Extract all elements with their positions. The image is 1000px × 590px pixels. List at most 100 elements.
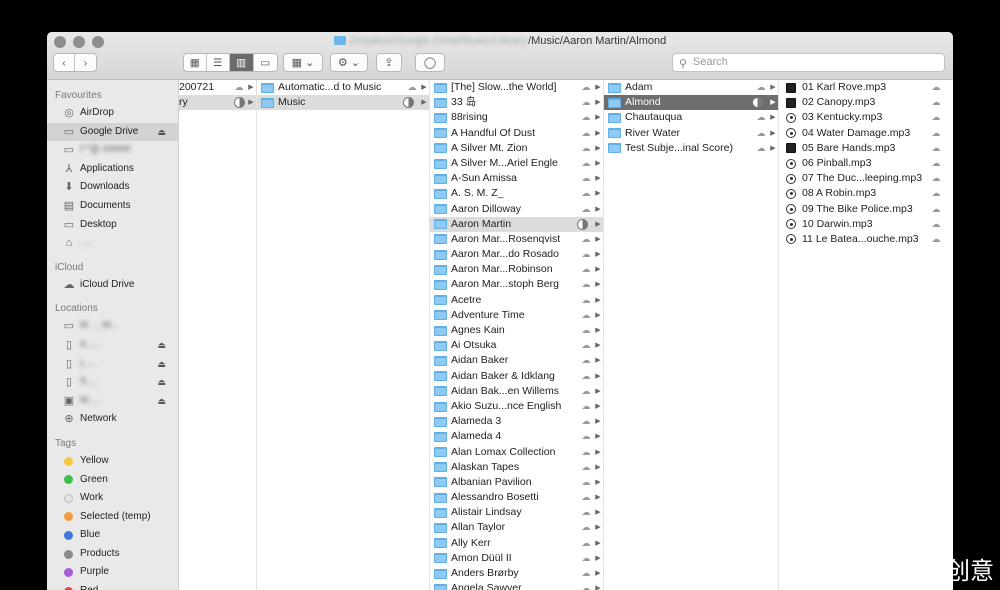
list-item[interactable]: Amon Düül II ☁ ▶ [430,551,603,566]
column-view-icon[interactable]: ▥ [230,54,254,71]
list-item[interactable]: 05 Bare Hands.mp3 ☁ [779,141,953,156]
list-item[interactable]: 200721 ☁ ▶ [179,80,256,95]
folder-icon [261,97,274,108]
list-item[interactable]: Adventure Time ☁ ▶ [430,308,603,323]
sidebar-item-tag[interactable]: Purple [47,563,178,582]
list-item[interactable]: Chautauqua ☁ ▶ [604,110,778,125]
list-item[interactable]: Almond ▶ [604,95,778,111]
sidebar-item-desktop[interactable]: ▭ Desktop [47,216,178,235]
list-item[interactable]: 06 Pinball.mp3 ☁ [779,156,953,171]
list-item[interactable]: Alistair Lindsay ☁ ▶ [430,505,603,520]
list-item[interactable]: Aaron Dilloway ☁ ▶ [430,202,603,217]
sidebar-item-downloads[interactable]: ⬇ Downloads [47,178,178,197]
sidebar-item-google-drive[interactable]: ▭ Google Drive ⏏ [47,122,178,142]
list-item[interactable]: 04 Water Damage.mp3 ☁ [779,126,953,141]
sidebar-item-tag[interactable]: Green [47,471,178,490]
eject-icon[interactable]: ⏏ [157,123,166,142]
sidebar-item-home[interactable]: ⌂…. [47,234,178,253]
list-item[interactable]: Akio Suzu...nce English ☁ ▶ [430,399,603,414]
sidebar-item-documents[interactable]: ▤ Documents [47,197,178,216]
cloud-icon: ☁ [581,400,591,411]
back-button[interactable]: ‹ [54,54,76,71]
list-item[interactable]: A Handful Of Dust ☁ ▶ [430,126,603,141]
list-item[interactable]: Music ▶ [257,95,429,111]
tag-dot-icon [64,531,73,541]
eject-icon[interactable]: ⏏ [157,373,166,392]
list-item[interactable]: Anders Brørby ☁ ▶ [430,566,603,581]
sidebar-item-tag[interactable]: Red [47,582,178,590]
sidebar-item-applications[interactable]: ⅄ Applications [47,160,178,179]
list-item[interactable]: A. S. M. Z_ ☁ ▶ [430,186,603,201]
list-item[interactable]: Test Subje...inal Score) ☁ ▶ [604,141,778,156]
list-item[interactable]: Aidan Bak...en Willems ☁ ▶ [430,384,603,399]
gallery-view-icon[interactable]: ▭ [254,54,277,71]
folder-icon [434,371,447,382]
list-item[interactable]: Alessandro Bosetti ☁ ▶ [430,490,603,505]
eject-icon[interactable]: ⏏ [157,336,166,355]
list-item[interactable]: Alameda 4 ☁ ▶ [430,429,603,444]
list-item[interactable]: Alan Lomax Collection ☁ ▶ [430,445,603,460]
list-item[interactable]: 03 Kentucky.mp3 ☁ [779,110,953,125]
list-item[interactable]: Acetre ☁ ▶ [430,293,603,308]
search-field[interactable]: ⚲ Search [672,53,945,72]
list-item[interactable]: 09 The Bike Police.mp3 ☁ [779,202,953,217]
list-item[interactable]: Aidan Baker ☁ ▶ [430,353,603,368]
list-item[interactable]: 88rising ☁ ▶ [430,110,603,125]
icon-view-icon[interactable]: ▦ [184,54,207,71]
list-item[interactable]: 01 Karl Rove.mp3 ☁ [779,80,953,95]
list-item[interactable]: ry ▶ [179,95,256,111]
list-item[interactable]: Ally Kerr ☁ ▶ [430,536,603,551]
chevron-right-icon: ▶ [595,220,601,228]
list-item[interactable]: Aaron Mar...Rosenqvist ☁ ▶ [430,232,603,247]
list-item[interactable]: Angela Sawyer ☁ ▶ [430,581,603,590]
list-item[interactable]: Alaskan Tapes ☁ ▶ [430,460,603,475]
group-button[interactable]: ▦ ⌄ [283,53,323,72]
list-item[interactable]: [The] Slow...the World] ☁ ▶ [430,80,603,95]
sidebar-item-disk-2[interactable]: ▯ L.... ⏏ [47,355,178,374]
sidebar-item-icloud-drive[interactable]: ☁ iCloud Drive [47,276,178,295]
tag-button[interactable]: ◯ [415,53,445,72]
list-item[interactable]: Albanian Pavilion ☁ ▶ [430,475,603,490]
sidebar-item-tag[interactable]: Yellow [47,452,178,471]
list-item[interactable]: Allan Taylor ☁ ▶ [430,520,603,535]
sidebar-item-disk-1[interactable]: ▯ #...... ⏏ [47,336,178,355]
cloud-icon: ☁ [581,203,591,214]
sidebar-item-tag[interactable]: Work [47,489,178,508]
list-item[interactable]: Ai Otsuka ☁ ▶ [430,338,603,353]
list-view-icon[interactable]: ☰ [207,54,231,71]
chevron-right-icon: ▶ [595,175,601,183]
list-item[interactable]: A Silver M...Ariel Engle ☁ ▶ [430,156,603,171]
list-item[interactable]: Agnes Kain ☁ ▶ [430,323,603,338]
list-item[interactable]: A Silver Mt. Zion ☁ ▶ [430,141,603,156]
sidebar-item-network[interactable]: ⊕ Network [47,410,178,429]
list-item[interactable]: 33 岛 ☁ ▶ [430,95,603,110]
list-item[interactable]: Aaron Mar...Robinson ☁ ▶ [430,262,603,277]
list-item[interactable]: River Water ☁ ▶ [604,126,778,141]
sidebar-item-folder[interactable]: ▭ I""@ ##### [47,141,178,160]
sidebar-item-tag[interactable]: Blue [47,526,178,545]
sidebar-item-computer[interactable]: ▭ M ... M... [47,317,178,336]
eject-icon[interactable]: ⏏ [157,392,166,411]
list-item[interactable]: 02 Canopy.mp3 ☁ [779,95,953,110]
list-item[interactable]: Aaron Martin ▶ [430,216,603,232]
list-item[interactable]: 07 The Duc...leeping.mp3 ☁ [779,171,953,186]
forward-button[interactable]: › [75,54,96,71]
list-item[interactable]: Adam ☁ ▶ [604,80,778,95]
action-button[interactable]: ⚙ ⌄ [330,53,368,72]
list-item[interactable]: 11 Le Batea...ouche.mp3 ☁ [779,232,953,247]
list-item[interactable]: Aaron Mar...do Rosado ☁ ▶ [430,247,603,262]
list-item[interactable]: Automatic...d to Music ☁ ▶ [257,80,429,95]
sidebar-item-tag[interactable]: Products [47,545,178,564]
list-item[interactable]: Aidan Baker & Idklang ☁ ▶ [430,369,603,384]
sidebar-item-tag[interactable]: Selected (temp) [47,508,178,527]
list-item[interactable]: 08 A Robin.mp3 ☁ [779,186,953,201]
sidebar-item-airdrop[interactable]: ◎ AirDrop [47,104,178,123]
list-item[interactable]: A-Sun Amissa ☁ ▶ [430,171,603,186]
list-item[interactable]: Alameda 3 ☁ ▶ [430,414,603,429]
list-item[interactable]: 10 Darwin.mp3 ☁ [779,217,953,232]
sidebar-item-disk-3[interactable]: ▯ S.... ⏏ [47,373,178,392]
share-button[interactable]: ⇪ [376,53,402,72]
eject-icon[interactable]: ⏏ [157,355,166,374]
list-item[interactable]: Aaron Mar...stoph Berg ☁ ▶ [430,277,603,292]
sidebar-item-disk-4[interactable]: ▣ M..... ⏏ [47,392,178,411]
